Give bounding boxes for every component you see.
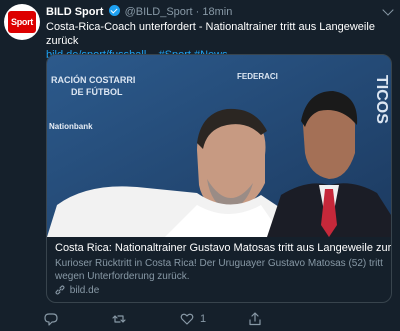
card-title[interactable]: Costa Rica: Nationaltrainer Gustavo Mato…	[55, 241, 391, 255]
card-domain: bild.de	[55, 284, 385, 298]
backdrop-side-text: TICOS	[373, 75, 390, 124]
press-conference-photo: RACIÓN COSTARRI DE FÚTBOL Nationbank FED…	[47, 55, 391, 237]
tweet[interactable]: Sport BILD Sport @BILD_Sport · 18min Cos…	[0, 0, 400, 331]
chevron-down-icon[interactable]	[382, 4, 394, 16]
avatar-label: Sport	[11, 17, 33, 27]
retweet-button[interactable]	[112, 311, 132, 327]
link-icon	[55, 285, 65, 295]
backdrop-sponsor-1: Nationbank	[49, 122, 93, 131]
tweet-actions: 1	[44, 311, 304, 327]
like-icon	[180, 313, 194, 325]
backdrop-sponsor-2: FEDERACI	[237, 72, 278, 81]
author-name[interactable]: BILD Sport	[46, 6, 103, 18]
like-count: 1	[200, 313, 207, 325]
card-body: Costa Rica: Nationaltrainer Gustavo Mato…	[55, 241, 391, 298]
share-icon	[249, 312, 261, 326]
author-handle[interactable]: @BILD_Sport	[125, 6, 193, 18]
backdrop-text-2: DE FÚTBOL	[71, 86, 123, 97]
link-card[interactable]: RACIÓN COSTARRI DE FÚTBOL Nationbank FED…	[46, 54, 392, 303]
tweet-text-line: Costa-Rica-Coach unterfordert - National…	[46, 21, 375, 47]
retweet-icon	[112, 315, 126, 323]
card-image[interactable]: RACIÓN COSTARRI DE FÚTBOL Nationbank FED…	[47, 55, 391, 237]
share-button[interactable]	[248, 311, 268, 327]
avatar[interactable]: Sport	[4, 4, 40, 40]
timestamp[interactable]: 18min	[202, 6, 232, 18]
verified-icon	[108, 5, 120, 16]
tweet-header: BILD Sport @BILD_Sport · 18min	[46, 5, 232, 18]
bild-logo: Sport	[8, 11, 36, 33]
reply-icon	[44, 313, 58, 326]
card-domain-text: bild.de	[69, 285, 100, 296]
like-button[interactable]: 1	[180, 311, 206, 327]
card-description: Kurioser Rücktritt in Costa Rica! Der Ur…	[55, 258, 383, 282]
reply-button[interactable]	[44, 311, 64, 327]
backdrop-text-1: RACIÓN COSTARRI	[51, 74, 135, 85]
separator: ·	[195, 6, 200, 18]
